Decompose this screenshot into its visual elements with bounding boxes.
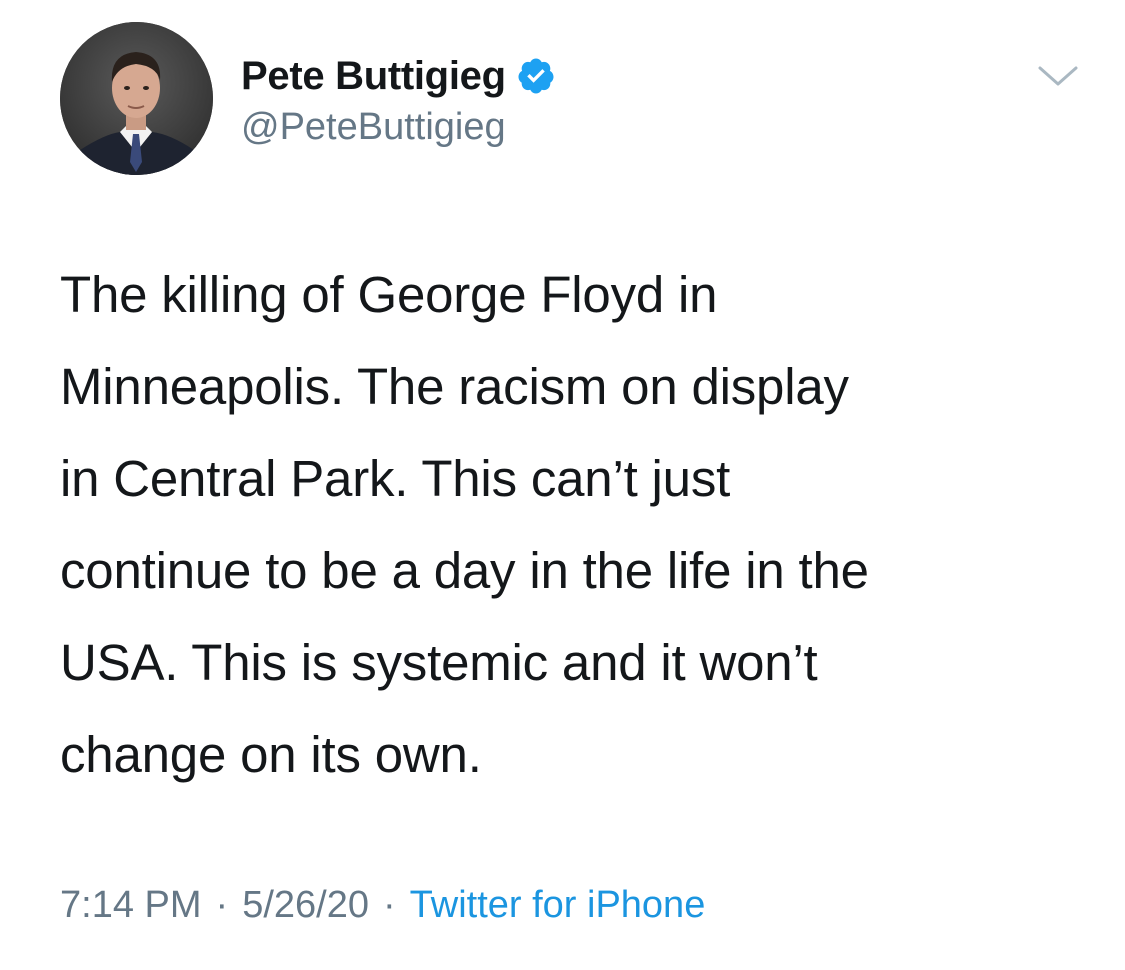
avatar-portrait [60,22,213,175]
display-name[interactable]: Pete Buttigieg [241,54,506,99]
tweet-date[interactable]: 5/26/20 [242,884,369,926]
author-names: Pete Buttigieg @PeteButtigieg [241,52,556,149]
tweet-source-link[interactable]: Twitter for iPhone [410,884,706,926]
avatar[interactable] [60,22,213,175]
meta-separator-2: · [382,884,396,926]
chevron-down-icon[interactable] [1036,62,1080,92]
display-name-row: Pete Buttigieg [241,52,556,100]
tweet-header: Pete Buttigieg @PeteButtigieg [60,22,1080,178]
tweet-time[interactable]: 7:14 PM [60,884,202,926]
meta-separator: · [215,884,229,926]
tweet-meta: 7:14 PM · 5/26/20 · Twitter for iPhone [60,884,705,927]
author-handle[interactable]: @PeteButtigieg [241,106,556,149]
verified-badge-icon [518,58,554,94]
tweet-card: Pete Buttigieg @PeteButtigieg The killin… [0,0,1125,970]
tweet-text: The killing of George Floyd in Minneapol… [60,266,869,783]
